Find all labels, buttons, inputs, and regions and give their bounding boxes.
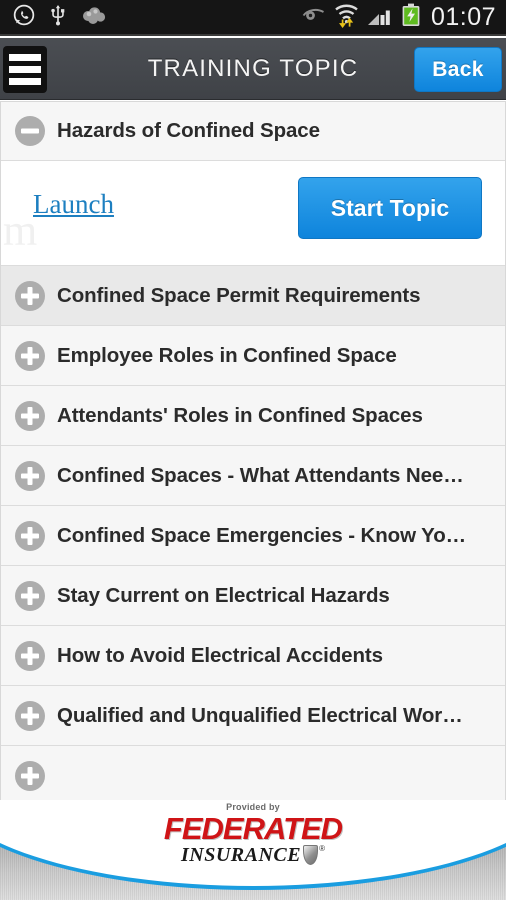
topic-row[interactable]: Stay Current on Electrical Hazards (1, 566, 505, 626)
topic-row[interactable]: Qualified and Unqualified Electrical Wor… (1, 686, 505, 746)
topic-label: Stay Current on Electrical Hazards (57, 583, 390, 607)
status-bar-clock: 01:07 (430, 2, 496, 31)
plus-circle-icon[interactable] (15, 580, 45, 611)
start-topic-button[interactable]: Start Topic (298, 177, 482, 239)
topic-label: Hazards of Confined Space (57, 119, 320, 142)
topic-list-panel: Hazards of Confined Space m Launch Start… (0, 101, 506, 801)
wifi-icon (334, 2, 359, 33)
eye-icon (302, 7, 326, 28)
topic-row[interactable]: Attendants' Roles in Confined Spaces (1, 386, 505, 446)
topic-label: Confined Space Emergencies - Know Yo… (57, 523, 467, 547)
topic-label: Attendants' Roles in Confined Spaces (57, 403, 423, 427)
plus-circle-icon[interactable] (15, 340, 45, 371)
topic-row[interactable]: Confined Spaces - What Attendants Nee… (1, 446, 505, 506)
registered-mark: ® (319, 844, 325, 853)
status-bar-left-icons (0, 4, 302, 31)
signal-icon (367, 4, 393, 31)
plus-circle-icon[interactable] (15, 520, 45, 551)
topic-row-partial[interactable] (1, 746, 505, 801)
federated-insurance-logo: Provided by FEDERATED INSURANCE ® (0, 802, 506, 865)
app-header: TRAINING TOPIC Back (0, 38, 506, 100)
plus-circle-icon[interactable] (15, 400, 45, 431)
topic-label: Qualified and Unqualified Electrical Wor… (57, 703, 463, 727)
plus-circle-icon[interactable] (15, 700, 45, 731)
topic-row[interactable]: How to Avoid Electrical Accidents (1, 626, 505, 686)
topic-row[interactable]: Confined Space Emergencies - Know Yo… (1, 506, 505, 566)
topic-row-expanded[interactable]: Hazards of Confined Space (1, 101, 505, 161)
topic-label: Confined Space Permit Requirements (57, 283, 421, 307)
back-button[interactable]: Back (414, 47, 502, 92)
launch-link[interactable]: Launch (33, 189, 114, 220)
plus-circle-icon[interactable] (15, 280, 45, 311)
status-bar: 01:07 (0, 0, 506, 36)
topic-row[interactable]: Confined Space Permit Requirements (1, 266, 505, 326)
app-screen: 01:07 TRAINING TOPIC Back Hazards of Con… (0, 0, 506, 900)
battery-charging-icon (401, 3, 421, 32)
topic-label: Employee Roles in Confined Space (57, 343, 397, 367)
plus-circle-icon[interactable] (15, 760, 45, 791)
minus-circle-icon[interactable] (15, 116, 45, 146)
status-bar-right-icons: 01:07 (302, 2, 506, 33)
usb-icon (48, 4, 68, 31)
topic-expanded-body: m Launch Start Topic (1, 161, 505, 266)
footer-branding: Provided by FEDERATED INSURANCE ® (0, 800, 506, 900)
plus-circle-icon[interactable] (15, 640, 45, 671)
topic-row[interactable]: Employee Roles in Confined Space (1, 326, 505, 386)
cloud-icon (81, 5, 107, 30)
brand-subtitle: INSURANCE (180, 844, 302, 866)
brand-name: FEDERATED (163, 811, 343, 846)
plus-circle-icon[interactable] (15, 460, 45, 491)
topic-accordion: Hazards of Confined Space m Launch Start… (0, 101, 506, 801)
brand-subtitle-row: INSURANCE ® (181, 845, 325, 865)
topic-label: Confined Spaces - What Attendants Nee… (57, 463, 464, 487)
whatsapp-icon (13, 4, 35, 31)
topic-label: How to Avoid Electrical Accidents (57, 643, 383, 667)
shield-icon (303, 845, 319, 865)
